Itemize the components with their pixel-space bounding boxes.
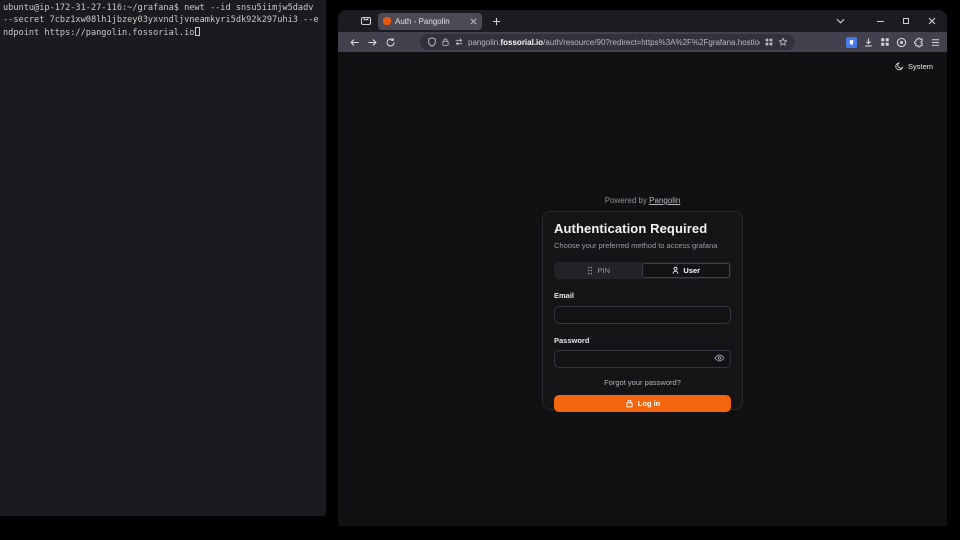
- tab-list-chevron-down-icon[interactable]: [833, 14, 847, 28]
- card-subtitle: Choose your preferred method to access g…: [554, 241, 731, 250]
- user-person-icon: [671, 266, 680, 275]
- auth-page: System Powered by Pangolin Authenticatio…: [338, 52, 947, 526]
- theme-toggle[interactable]: System: [895, 62, 933, 71]
- window-maximize-icon[interactable]: [899, 14, 913, 28]
- login-button-label: Log in: [638, 399, 661, 408]
- login-button[interactable]: Log in: [554, 395, 731, 412]
- url-bar[interactable]: pangolin.fossorial.io/auth/resource/90?r…: [420, 34, 795, 50]
- tracking-protection-shield-icon[interactable]: [427, 37, 437, 47]
- circle-extension-icon[interactable]: [896, 37, 907, 48]
- reload-icon[interactable]: [382, 34, 398, 50]
- browser-tab-auth-pangolin[interactable]: Auth - Pangolin: [378, 13, 482, 30]
- toolbar-extension-icons: [846, 32, 941, 52]
- auth-method-tabs: PIN User: [554, 262, 731, 279]
- auth-card: Authentication Required Choose your pref…: [542, 211, 743, 410]
- email-label: Email: [554, 291, 731, 300]
- browser-window: Auth - Pangolin: [338, 10, 947, 526]
- terminal-cursor: [195, 27, 199, 36]
- pin-dialpad-icon: [586, 266, 594, 275]
- grid-extension-icon[interactable]: [880, 37, 890, 47]
- browser-tab-bar: Auth - Pangolin: [338, 10, 947, 32]
- squares-page-action-icon[interactable]: [764, 37, 774, 47]
- show-password-eye-icon[interactable]: [714, 353, 725, 363]
- downloads-icon[interactable]: [863, 37, 874, 48]
- window-minimize-icon[interactable]: [873, 14, 887, 28]
- theme-label: System: [908, 62, 933, 71]
- moon-icon: [895, 62, 904, 71]
- card-title: Authentication Required: [554, 221, 731, 236]
- url-text[interactable]: pangolin.fossorial.io/auth/resource/90?r…: [468, 38, 760, 47]
- bitwarden-extension-icon[interactable]: [846, 37, 857, 48]
- swap-arrows-permission-icon[interactable]: [454, 37, 464, 47]
- tab-pin-label: PIN: [597, 266, 610, 275]
- terminal-line-text: ndpoint https://pangolin.fossorial.io: [3, 28, 194, 38]
- tab-user[interactable]: User: [642, 263, 731, 278]
- bookmark-star-icon[interactable]: [778, 37, 788, 47]
- terminal-line: ubuntu@ip-172-31-27-116:~/grafana$ newt …: [3, 2, 326, 14]
- tab-user-label: User: [683, 266, 700, 275]
- password-field[interactable]: [554, 350, 731, 368]
- browser-toolbar: pangolin.fossorial.io/auth/resource/90?r…: [338, 32, 947, 52]
- pangolin-brand-link[interactable]: Pangolin: [649, 196, 680, 205]
- menu-hamburger-icon[interactable]: [930, 37, 941, 48]
- back-icon[interactable]: [346, 34, 362, 50]
- tab-close-icon[interactable]: [470, 18, 477, 25]
- password-label: Password: [554, 336, 731, 345]
- terminal-line: ndpoint https://pangolin.fossorial.io: [3, 27, 326, 39]
- pangolin-favicon-icon: [383, 17, 391, 25]
- email-field[interactable]: [554, 306, 731, 324]
- forward-icon[interactable]: [364, 34, 380, 50]
- terminal-line: --secret 7cbz1xw08lh1jbzey03yxvndljvneam…: [3, 14, 326, 26]
- terminal-window[interactable]: ubuntu@ip-172-31-27-116:~/grafana$ newt …: [0, 0, 326, 516]
- forgot-password-link[interactable]: Forgot your password?: [554, 378, 731, 387]
- tab-pin[interactable]: PIN: [555, 263, 642, 278]
- extensions-puzzle-icon[interactable]: [913, 37, 924, 48]
- connection-lock-icon[interactable]: [441, 37, 450, 47]
- login-lock-icon: [625, 399, 634, 408]
- window-close-icon[interactable]: [925, 14, 939, 28]
- new-tab-icon[interactable]: [492, 17, 501, 26]
- powered-by: Powered by Pangolin: [338, 196, 947, 205]
- tab-title: Auth - Pangolin: [395, 17, 466, 26]
- firefox-view-icon[interactable]: [360, 15, 372, 27]
- screen: ubuntu@ip-172-31-27-116:~/grafana$ newt …: [0, 0, 960, 540]
- window-controls: [821, 10, 939, 32]
